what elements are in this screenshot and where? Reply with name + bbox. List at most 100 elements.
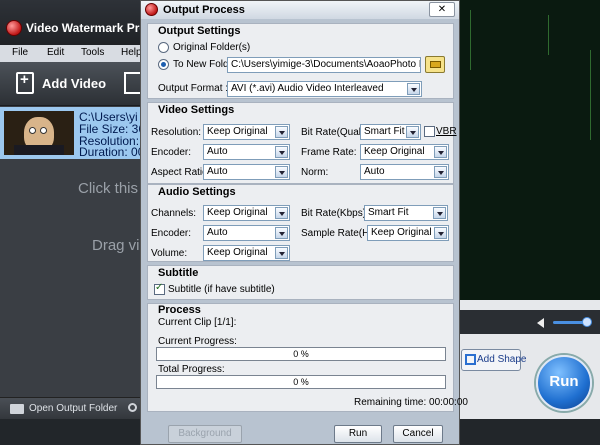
audio-encoder-value: Auto [207,227,228,238]
background-button[interactable]: Background [168,425,242,443]
to-new-folder-radio[interactable] [158,59,169,70]
video-settings-heading: Video Settings [158,104,235,116]
video-encoder-select[interactable]: Auto [203,144,290,160]
folder-icon [10,404,24,414]
preview-line [548,15,549,55]
audio-encoder-select[interactable]: Auto [203,225,290,241]
menu-tools[interactable]: Tools [81,47,104,58]
total-progress-value: 0 % [293,377,309,387]
dialog-titlebar: Output Process ✕ [141,1,459,19]
vbr-checkbox[interactable] [424,126,435,137]
video-thumbnail [4,111,74,155]
volume-slider-handle[interactable] [582,317,592,327]
subtitle-heading: Subtitle [158,267,199,279]
vbr-label: VBR [436,126,457,137]
resolution-select[interactable]: Keep Original [203,124,290,140]
audio-settings-heading: Audio Settings [158,186,236,198]
total-progress-label: Total Progress: [158,364,225,375]
output-format-label: Output Format : [158,83,229,94]
subtitle-checkbox[interactable] [154,282,165,295]
menu-file[interactable]: File [12,47,28,58]
video-settings-group: Video Settings Resolution: Keep Original… [147,102,457,184]
dialog-title: Output Process [163,4,245,16]
aspect-ratio-select[interactable]: Auto [203,164,290,180]
volume-icon[interactable] [537,318,544,328]
chevron-down-icon[interactable] [434,227,447,239]
audio-bitrate-label: Bit Rate(Kbps): [301,208,369,219]
chevron-down-icon[interactable] [275,207,288,219]
original-folder-radio[interactable] [158,42,169,53]
preview-line [470,10,471,70]
current-progress-label: Current Progress: [158,336,237,347]
audio-encoder-label: Encoder: [151,228,192,239]
add-video-button[interactable]: Add Video [14,68,107,100]
current-progress-bar: 0 % [156,347,446,361]
norm-value: Auto [364,166,385,177]
chevron-down-icon[interactable] [434,146,447,158]
remaining-time: Remaining time: 00:00:00 [354,397,468,408]
menu-edit[interactable]: Edit [47,47,64,58]
add-shape-button[interactable]: Add Shape [461,349,527,371]
process-heading: Process [158,304,201,316]
aspect-ratio-label: Aspect Ratio: [151,167,211,178]
main-run-button[interactable]: Run [536,355,592,411]
open-output-folder-button[interactable]: Open Output Folder [0,397,140,419]
video-encoder-label: Encoder: [151,147,192,158]
output-settings-heading: Output Settings [158,25,241,37]
volume-select[interactable]: Keep Original [203,245,290,261]
output-folder-path-value: C:\Users\yimige-3\Documents\AoaoPhoto Di… [231,59,420,70]
chevron-down-icon[interactable] [407,83,420,95]
preview-line [590,50,591,140]
app-logo-icon [145,3,158,16]
close-icon[interactable]: ✕ [429,2,455,17]
video-bitrate-select[interactable]: Smart Fit [360,124,421,140]
thumbnail-eye [40,127,47,134]
browse-folder-button[interactable] [425,56,445,73]
chevron-down-icon[interactable] [275,247,288,259]
frame-rate-select[interactable]: Keep Original [360,144,449,160]
main-menubar: File Edit Tools Help [0,45,142,62]
search-icon[interactable] [128,403,137,412]
folder-icon [429,61,441,68]
run-button[interactable]: Run [334,425,382,443]
resolution-label: Resolution: [151,127,202,138]
add-video-label: Add Video [42,76,107,91]
add-file-icon [16,71,34,94]
click-hint-text: Click this [78,180,139,197]
channels-select[interactable]: Keep Original [203,205,290,221]
norm-select[interactable]: Auto [360,164,449,180]
chevron-down-icon[interactable] [275,126,288,138]
current-progress-value: 0 % [293,349,309,359]
chevron-down-icon[interactable] [275,166,288,178]
open-output-folder-label: Open Output Folder [29,403,118,414]
output-format-select[interactable]: AVI (*.avi) Audio Video Interleaved [227,81,422,97]
sample-rate-value: Keep Original [371,227,432,238]
second-tool-icon[interactable] [124,72,140,94]
output-folder-path-input[interactable]: C:\Users\yimige-3\Documents\AoaoPhoto Di… [227,57,421,73]
cancel-button[interactable]: Cancel [393,425,443,443]
video-list-item[interactable]: C:\Users\yi File Size: 36. Resolution: 1… [0,107,149,159]
subtitle-group: Subtitle Subtitle (if have subtitle) [147,265,454,300]
dialog-footer: Background Run Cancel [141,421,459,444]
chevron-down-icon[interactable] [275,227,288,239]
chevron-down-icon[interactable] [433,207,446,219]
audio-bitrate-value: Smart Fit [368,207,409,218]
output-format-value: AVI (*.avi) Audio Video Interleaved [231,83,384,94]
process-group: Process Current Clip [1/1]: Current Prog… [147,303,468,412]
audio-bitrate-select[interactable]: Smart Fit [364,205,448,221]
sample-rate-select[interactable]: Keep Original [367,225,449,241]
menu-help[interactable]: Help [121,47,142,58]
channels-label: Channels: [151,208,197,219]
chevron-down-icon[interactable] [434,166,447,178]
audio-settings-group: Audio Settings Channels: Keep Original B… [147,184,454,262]
norm-label: Norm: [301,167,329,178]
output-settings-group: Output Settings Original Folder(s) To Ne… [147,23,454,99]
app-logo-icon [6,20,22,36]
chevron-down-icon[interactable] [275,146,288,158]
frame-rate-value: Keep Original [364,146,425,157]
main-run-label: Run [549,373,579,390]
volume-value: Keep Original [207,247,268,258]
original-folder-label: Original Folder(s) [173,42,251,53]
chevron-down-icon[interactable] [406,126,419,138]
video-duration: Duration: 00 [79,145,145,159]
